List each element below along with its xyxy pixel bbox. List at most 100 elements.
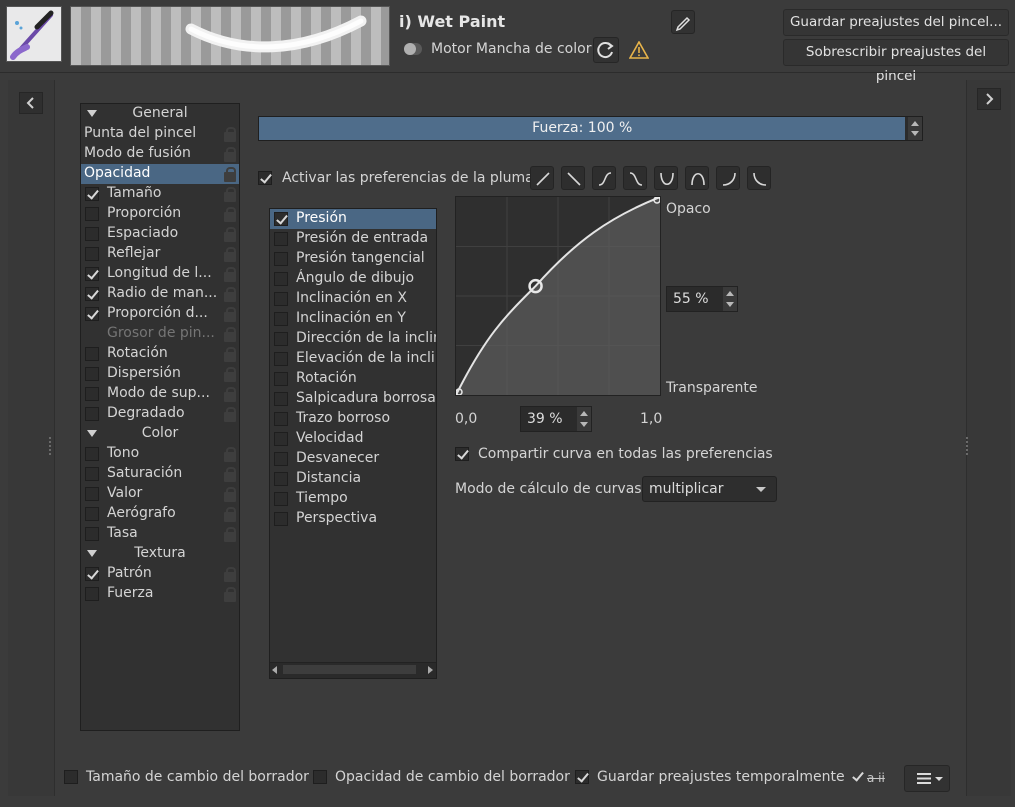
sensor-checkbox[interactable] — [274, 292, 288, 306]
options-item-fuerza[interactable]: Fuerza — [81, 584, 239, 604]
eraser-opacity-checkbox[interactable] — [313, 770, 327, 784]
sensor-checkbox[interactable] — [274, 392, 288, 406]
options-item-longitud-de-l[interactable]: Longitud de l... — [81, 264, 239, 284]
sensor-checkbox[interactable] — [274, 432, 288, 446]
brush-options-list[interactable]: General Punta del pincel Modo de fusión Opa… — [80, 103, 240, 731]
options-item-tono[interactable]: Tono — [81, 444, 239, 464]
overwrite-preset-button[interactable]: Sobrescribir preajustes del pincel — [783, 39, 1009, 84]
curve-x-spinbox[interactable]: 39 % — [520, 406, 592, 432]
options-item-checkbox[interactable] — [85, 467, 99, 481]
options-item-patrón[interactable]: Patrón — [81, 564, 239, 584]
lock-icon[interactable] — [224, 347, 236, 362]
sensor-item[interactable]: Presión — [270, 209, 436, 229]
options-item-modo-de-fusión[interactable]: Modo de fusión — [81, 144, 239, 164]
linear-down-button[interactable] — [561, 166, 585, 190]
lock-icon[interactable] — [224, 187, 236, 202]
sensor-item[interactable]: Rotación — [270, 369, 436, 389]
lock-icon[interactable] — [224, 367, 236, 382]
sensor-item[interactable]: Dirección de la inclin — [270, 329, 436, 349]
options-item-checkbox[interactable] — [85, 527, 99, 541]
sensor-checkbox[interactable] — [274, 492, 288, 506]
options-item-modo-de-sup[interactable]: Modo de sup... — [81, 384, 239, 404]
options-item-checkbox[interactable] — [85, 567, 99, 581]
options-item-checkbox[interactable] — [85, 367, 99, 381]
engine-toggle[interactable] — [404, 43, 422, 55]
lock-icon[interactable] — [224, 307, 236, 322]
options-item-grosor-de-pin[interactable]: Grosor de pin... — [81, 324, 239, 344]
sensor-checkbox[interactable] — [274, 252, 288, 266]
options-item-checkbox[interactable] — [85, 587, 99, 601]
splitter-handle-left[interactable] — [49, 437, 53, 455]
lock-icon[interactable] — [224, 447, 236, 462]
options-group-textura[interactable]: Textura — [81, 544, 239, 564]
sensor-item[interactable]: Perspectiva — [270, 509, 436, 529]
brush-thumbnail[interactable] — [6, 6, 62, 62]
options-item-tamaño[interactable]: Tamaño — [81, 184, 239, 204]
sensor-checkbox[interactable] — [274, 212, 288, 226]
options-item-checkbox[interactable] — [85, 447, 99, 461]
options-item-rotación[interactable]: Rotación — [81, 344, 239, 364]
sensor-item[interactable]: Trazo borroso — [270, 409, 436, 429]
lock-icon[interactable] — [224, 247, 236, 262]
reverse-s-curve-button[interactable] — [623, 166, 647, 190]
options-item-proporción[interactable]: Proporción — [81, 204, 239, 224]
options-item-checkbox[interactable] — [85, 507, 99, 521]
options-item-opacidad[interactable]: Opacidad — [81, 164, 239, 184]
sensor-item[interactable]: Elevación de la inclin — [270, 349, 436, 369]
sensor-item[interactable]: Velocidad — [270, 429, 436, 449]
options-item-checkbox[interactable] — [85, 487, 99, 501]
sensor-item[interactable]: Salpicadura borrosa — [270, 389, 436, 409]
options-group-general[interactable]: General — [81, 104, 239, 124]
edit-preset-button[interactable] — [671, 10, 695, 34]
scroll-thumb[interactable] — [283, 665, 416, 674]
lock-icon[interactable] — [224, 527, 236, 542]
options-item-checkbox[interactable] — [85, 287, 99, 301]
lock-icon[interactable] — [224, 287, 236, 302]
curve-y-arrows[interactable] — [723, 287, 737, 311]
options-item-checkbox[interactable] — [85, 247, 99, 261]
options-item-espaciado[interactable]: Espaciado — [81, 224, 239, 244]
sensor-item[interactable]: Distancia — [270, 469, 436, 489]
lock-icon[interactable] — [224, 327, 236, 342]
options-item-proporción-d[interactable]: Proporción d... — [81, 304, 239, 324]
lock-icon[interactable] — [224, 167, 236, 182]
sensor-item[interactable]: Ángulo de dibujo — [270, 269, 436, 289]
sensor-checkbox[interactable] — [274, 472, 288, 486]
temp-save-checkbox[interactable] — [575, 770, 589, 784]
j-curve-button[interactable] — [716, 166, 740, 190]
lock-icon[interactable] — [224, 267, 236, 282]
options-item-saturación[interactable]: Saturación — [81, 464, 239, 484]
sensor-checkbox[interactable] — [274, 232, 288, 246]
options-item-valor[interactable]: Valor — [81, 484, 239, 504]
sensor-item[interactable]: Tiempo — [270, 489, 436, 509]
collapse-left-button[interactable] — [19, 92, 43, 114]
lock-icon[interactable] — [224, 147, 236, 162]
pen-settings-checkbox[interactable] — [258, 171, 272, 185]
curve-mode-dropdown[interactable]: multiplicar — [642, 476, 777, 502]
arch-curve-button[interactable] — [685, 166, 709, 190]
curve-y-spinbox[interactable]: 55 % — [666, 286, 738, 312]
lock-icon[interactable] — [224, 567, 236, 582]
sensor-checkbox[interactable] — [274, 332, 288, 346]
lock-icon[interactable] — [224, 407, 236, 422]
options-item-checkbox[interactable] — [85, 187, 99, 201]
collapse-right-button[interactable] — [977, 88, 1001, 110]
options-item-dispersión[interactable]: Dispersión — [81, 364, 239, 384]
curve-graph[interactable] — [455, 196, 661, 396]
lock-icon[interactable] — [224, 127, 236, 142]
sensor-item[interactable]: Presión tangencial — [270, 249, 436, 269]
strength-slider[interactable]: Fuerza: 100 % — [258, 116, 923, 141]
scroll-left-icon[interactable] — [272, 666, 277, 674]
options-item-checkbox[interactable] — [85, 307, 99, 321]
eraser-size-checkbox[interactable] — [64, 770, 78, 784]
curve-x-arrows[interactable] — [577, 407, 591, 431]
options-group-color[interactable]: Color — [81, 424, 239, 444]
options-item-checkbox[interactable] — [85, 227, 99, 241]
sensor-checkbox[interactable] — [274, 272, 288, 286]
scroll-right-icon[interactable] — [428, 666, 433, 674]
options-item-reflejar[interactable]: Reflejar — [81, 244, 239, 264]
options-item-checkbox[interactable] — [85, 207, 99, 221]
s-curve-button[interactable] — [592, 166, 616, 190]
options-item-checkbox[interactable] — [85, 407, 99, 421]
ai-checkbox[interactable] — [851, 770, 865, 784]
